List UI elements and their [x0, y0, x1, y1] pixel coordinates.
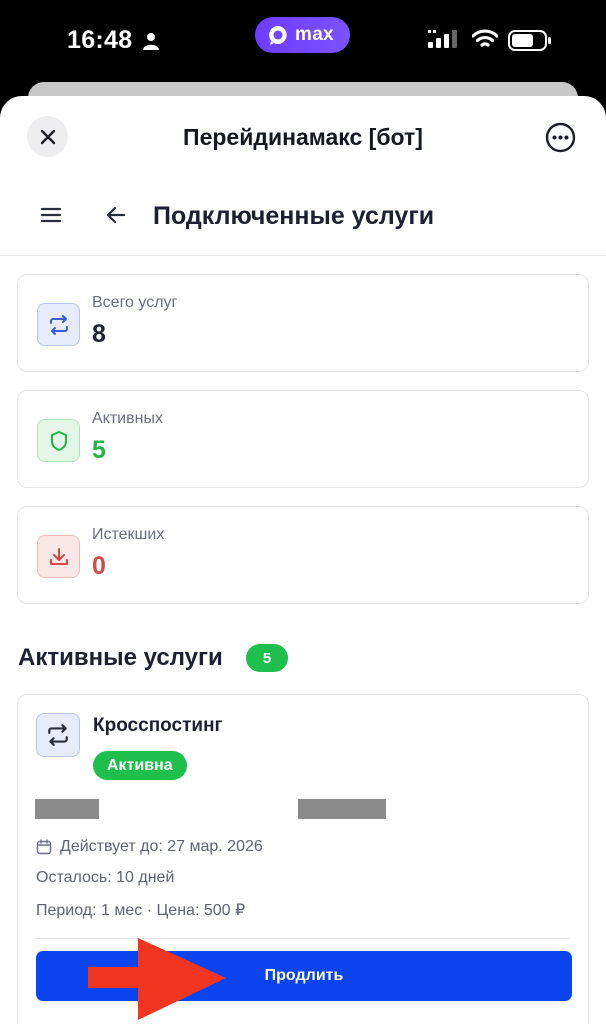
page-title: Подключенные услуги: [153, 202, 435, 230]
status-time: 16:48: [67, 26, 133, 54]
redacted-block: [298, 799, 386, 819]
repeat-icon: [49, 314, 68, 335]
stat-label: Всего услуг: [92, 294, 178, 311]
status-bar: 16:48 max: [0, 0, 606, 82]
more-options-icon[interactable]: [545, 122, 576, 153]
calendar-icon: [36, 839, 52, 855]
download-icon: [49, 547, 68, 565]
max-app-label: max: [295, 24, 334, 45]
wifi-icon: [472, 29, 498, 47]
annotation-arrow-icon: [88, 938, 226, 1020]
period-price-text: Период: 1 мес · Цена: 500 ₽: [36, 902, 246, 919]
max-logo-icon: [269, 26, 287, 45]
valid-until-text: Действует до: 27 мар. 2026: [60, 838, 263, 855]
service-name: Кросспостинг: [93, 715, 223, 736]
status-badge: Активна: [93, 751, 187, 780]
valid-until-row: Действует до: 27 мар. 2026: [36, 838, 263, 856]
signal-icon: [428, 30, 457, 48]
battery-icon: [508, 30, 551, 51]
stat-icon-box: [37, 535, 80, 578]
nav-bar: Подключенные услуги: [0, 176, 606, 256]
period-price-row: Период: 1 мес · Цена: 500 ₽: [36, 900, 245, 920]
person-icon: [143, 33, 159, 50]
stat-value: 8: [92, 320, 106, 348]
remaining-row: Осталось: 10 дней: [36, 869, 174, 887]
bot-title: Перейдинамакс [бот]: [183, 124, 423, 150]
shield-icon: [50, 430, 67, 451]
stat-value: 5: [92, 436, 106, 464]
stat-value: 0: [92, 552, 106, 580]
stat-icon-box: [37, 303, 80, 346]
count-badge: 5: [246, 644, 288, 672]
section-title: Активные услуги: [18, 644, 223, 671]
menu-icon[interactable]: [40, 206, 62, 224]
stat-card-expired: Истекших 0: [17, 506, 589, 604]
repeat-icon: [48, 724, 68, 746]
bot-sheet: Перейдинамакс [бот] Подключенные услуги …: [0, 96, 606, 1024]
back-arrow-icon[interactable]: [106, 205, 126, 225]
stat-label: Истекших: [92, 526, 165, 543]
stat-icon-box: [37, 419, 80, 462]
stat-label: Активных: [92, 410, 163, 427]
redacted-block: [35, 799, 99, 819]
stat-card-active: Активных 5: [17, 390, 589, 488]
remaining-text: Осталось: 10 дней: [36, 869, 175, 886]
service-icon-box: [36, 713, 80, 757]
max-app-pill[interactable]: max: [255, 17, 350, 53]
sheet-header: Перейдинамакс [бот]: [0, 96, 606, 176]
stat-card-total: Всего услуг 8: [17, 274, 589, 372]
